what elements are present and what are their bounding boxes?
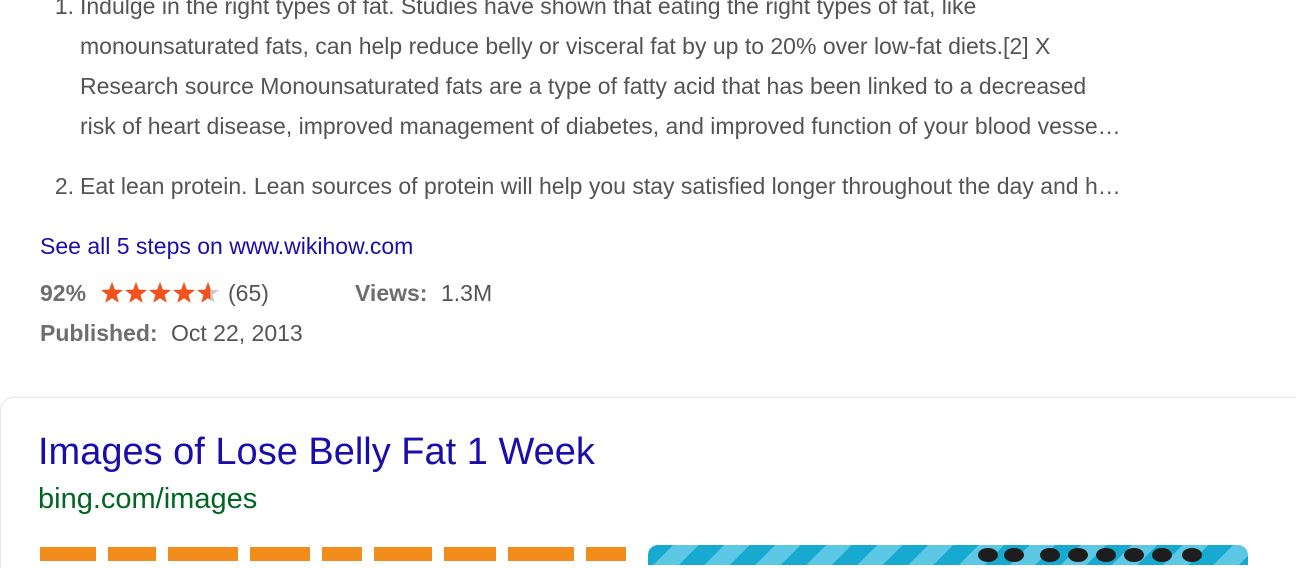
rating-count: (65) — [228, 280, 269, 306]
step-line: Indulge in the right types of fat. Studi… — [80, 0, 977, 19]
step-text: Eat lean protein. Lean sources of protei… — [80, 166, 1250, 206]
star-icon — [197, 282, 219, 303]
images-result-title-link[interactable]: Images of Lose Belly Fat 1 Week — [38, 428, 595, 476]
images-result-url: bing.com/images — [38, 483, 258, 515]
star-rating-icon — [101, 282, 219, 303]
step-text: Indulge in the right types of fat. Studi… — [80, 0, 1250, 146]
rating-row: 92% (65) Views: 1.3M — [40, 273, 640, 313]
step-number: 2. — [54, 173, 74, 199]
views-value: 1.3M — [441, 280, 493, 306]
step-line: Research source Monounsaturated fats are… — [80, 73, 1087, 99]
step-line: risk of heart disease, improved manageme… — [80, 113, 1121, 139]
star-icon — [173, 282, 195, 303]
image-thumbnail-1[interactable] — [36, 543, 632, 563]
published-label: Published: — [40, 320, 158, 346]
published-row: Published: Oct 22, 2013 — [40, 313, 640, 353]
rating-percent: 92% — [40, 280, 87, 306]
star-icon — [149, 282, 171, 303]
views-label: Views: — [355, 280, 428, 306]
see-all-steps-link[interactable]: See all 5 steps on www.wikihow.com — [40, 226, 413, 266]
step-number: 1. — [54, 0, 74, 19]
image-thumbnail-2[interactable] — [648, 545, 1248, 565]
step-line: monounsaturated fats, can help reduce be… — [80, 33, 1051, 59]
published-date: Oct 22, 2013 — [171, 320, 303, 346]
star-icon — [125, 282, 147, 303]
star-icon — [101, 282, 123, 303]
step-line: Eat lean protein. Lean sources of protei… — [80, 173, 1121, 199]
